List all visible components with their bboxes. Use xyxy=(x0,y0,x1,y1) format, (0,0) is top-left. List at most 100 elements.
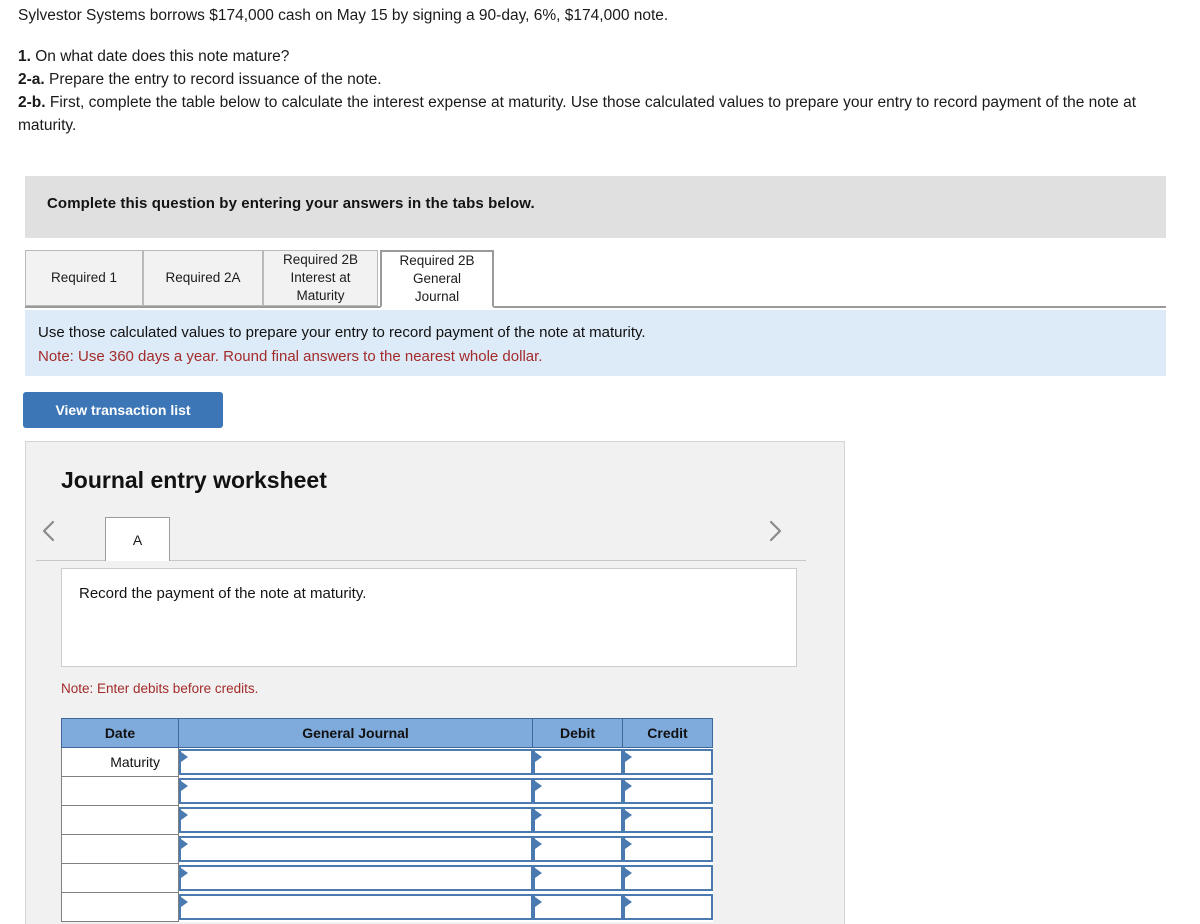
general-journal-input[interactable] xyxy=(179,865,533,891)
info-panel-note: Note: Use 360 days a year. Round final a… xyxy=(38,348,543,365)
cell-date[interactable] xyxy=(61,776,179,806)
cell-debit[interactable] xyxy=(532,747,623,777)
dropdown-caret-icon xyxy=(534,868,542,878)
requirement-1-text: On what date does this note mature? xyxy=(30,48,290,65)
debit-input[interactable] xyxy=(532,778,623,804)
worksheet-title: Journal entry worksheet xyxy=(61,467,327,493)
requirement-2b-text: First, complete the table below to calcu… xyxy=(18,94,1137,134)
page-root: Sylvestor Systems borrows $174,000 cash … xyxy=(0,0,1200,924)
dropdown-caret-icon xyxy=(624,868,632,878)
column-header-credit: Credit xyxy=(622,718,713,748)
table-row xyxy=(61,834,713,864)
requirement-1-number: 1. xyxy=(18,48,31,65)
dropdown-caret-icon xyxy=(181,752,188,763)
credit-input[interactable] xyxy=(622,865,713,891)
worksheet-entry-tab-a[interactable]: A xyxy=(105,517,170,561)
instruction-banner-text: Complete this question by entering your … xyxy=(47,195,535,212)
cell-debit[interactable] xyxy=(532,863,623,893)
cell-debit[interactable] xyxy=(532,892,623,922)
tab-required-2a[interactable]: Required 2A xyxy=(143,250,263,306)
requirement-2a: 2-a. Prepare the entry to record issuanc… xyxy=(18,68,1178,91)
dropdown-caret-icon xyxy=(624,897,632,907)
column-header-debit: Debit xyxy=(532,718,623,748)
table-header-row: Date General Journal Debit Credit xyxy=(61,718,713,748)
cell-date[interactable] xyxy=(61,834,179,864)
cell-debit[interactable] xyxy=(532,776,623,806)
credit-input[interactable] xyxy=(622,836,713,862)
column-header-date: Date xyxy=(61,718,179,748)
cell-credit[interactable] xyxy=(622,892,713,922)
cell-general-journal[interactable] xyxy=(178,805,533,835)
dropdown-caret-icon xyxy=(624,781,632,791)
info-panel-instruction: Use those calculated values to prepare y… xyxy=(38,324,646,341)
cell-credit[interactable] xyxy=(622,863,713,893)
dropdown-caret-icon xyxy=(181,897,188,907)
credit-input[interactable] xyxy=(622,894,713,920)
dropdown-caret-icon xyxy=(534,752,542,763)
dropdown-caret-icon xyxy=(624,810,632,820)
problem-statement: Sylvestor Systems borrows $174,000 cash … xyxy=(18,4,1178,137)
requirement-tabs: Required 1 Required 2A Required 2B Inter… xyxy=(25,250,1166,308)
table-row xyxy=(61,892,713,922)
problem-lead: Sylvestor Systems borrows $174,000 cash … xyxy=(18,7,669,24)
requirement-2a-text: Prepare the entry to record issuance of … xyxy=(44,71,382,88)
tabs-baseline xyxy=(25,306,1166,308)
debit-input[interactable] xyxy=(532,807,623,833)
dropdown-caret-icon xyxy=(181,839,188,849)
instruction-banner: Complete this question by entering your … xyxy=(25,176,1166,238)
dropdown-caret-icon xyxy=(624,839,632,849)
cell-credit[interactable] xyxy=(622,747,713,777)
cell-general-journal[interactable] xyxy=(178,747,533,777)
credit-input[interactable] xyxy=(622,749,713,776)
dropdown-caret-icon xyxy=(534,897,542,907)
table-row: Maturity xyxy=(61,747,713,777)
tab-required-2b-general-journal[interactable]: Required 2B General Journal xyxy=(380,250,494,308)
table-row xyxy=(61,805,713,835)
credit-input[interactable] xyxy=(622,807,713,833)
dropdown-caret-icon xyxy=(624,752,632,763)
cell-credit[interactable] xyxy=(622,805,713,835)
general-journal-input[interactable] xyxy=(179,749,533,776)
tab-required-2b-interest-at-maturity[interactable]: Required 2B Interest at Maturity xyxy=(263,250,378,306)
table-row xyxy=(61,776,713,806)
cell-date[interactable] xyxy=(61,863,179,893)
cell-general-journal[interactable] xyxy=(178,834,533,864)
cell-debit[interactable] xyxy=(532,834,623,864)
dropdown-caret-icon xyxy=(534,839,542,849)
table-body: Maturity xyxy=(61,747,713,922)
entry-description-text: Record the payment of the note at maturi… xyxy=(79,585,367,602)
dropdown-caret-icon xyxy=(181,810,188,820)
chevron-right-icon[interactable] xyxy=(762,518,788,544)
view-transaction-list-button[interactable]: View transaction list xyxy=(23,392,223,428)
dropdown-caret-icon xyxy=(534,781,542,791)
requirement-2b-number: 2-b. xyxy=(18,94,46,111)
entry-description-box: Record the payment of the note at maturi… xyxy=(61,568,797,667)
requirement-2a-number: 2-a. xyxy=(18,71,45,88)
debit-input[interactable] xyxy=(532,865,623,891)
debit-input[interactable] xyxy=(532,836,623,862)
column-header-general-journal: General Journal xyxy=(178,718,533,748)
cell-credit[interactable] xyxy=(622,776,713,806)
cell-date[interactable] xyxy=(61,805,179,835)
general-journal-input[interactable] xyxy=(179,778,533,804)
general-journal-input[interactable] xyxy=(179,894,533,920)
credit-input[interactable] xyxy=(622,778,713,804)
tab-required-1[interactable]: Required 1 xyxy=(25,250,143,306)
table-row xyxy=(61,863,713,893)
cell-date[interactable] xyxy=(61,892,179,922)
cell-date[interactable]: Maturity xyxy=(61,747,179,777)
info-panel: Use those calculated values to prepare y… xyxy=(25,310,1166,376)
general-journal-input[interactable] xyxy=(179,807,533,833)
debit-input[interactable] xyxy=(532,894,623,920)
chevron-left-icon[interactable] xyxy=(36,518,62,544)
cell-credit[interactable] xyxy=(622,834,713,864)
requirement-1: 1. On what date does this note mature? xyxy=(18,45,1178,68)
cell-debit[interactable] xyxy=(532,805,623,835)
general-journal-input[interactable] xyxy=(179,836,533,862)
dropdown-caret-icon xyxy=(181,781,188,791)
cell-general-journal[interactable] xyxy=(178,863,533,893)
cell-general-journal[interactable] xyxy=(178,776,533,806)
cell-general-journal[interactable] xyxy=(178,892,533,922)
dropdown-caret-icon xyxy=(534,810,542,820)
debit-input[interactable] xyxy=(532,749,623,776)
